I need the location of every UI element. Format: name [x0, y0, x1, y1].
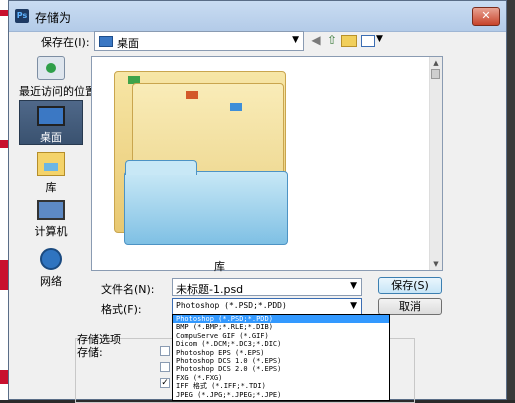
format-value: Photoshop (*.PSD;*.PDD) — [176, 301, 287, 310]
chevron-down-icon[interactable]: ▼ — [350, 301, 357, 311]
sidebar-item-recent-places[interactable]: 最近访问的位置 — [19, 56, 96, 100]
network-icon — [40, 248, 62, 270]
filename-value: 未标题-1.psd — [176, 283, 244, 296]
option-checkbox[interactable]: ✓ — [160, 378, 170, 388]
places-bar: 最近访问的位置 桌面 库 计算机 网络 — [19, 56, 96, 292]
sidebar-item-label: 桌面 — [40, 131, 62, 144]
filename-field[interactable]: 未标题-1.psd ▼ — [172, 278, 362, 296]
sidebar-item-label: 网络 — [40, 275, 62, 288]
photoshop-app-icon: Ps — [15, 9, 29, 23]
save-in-label: 保存在(I): — [41, 36, 90, 49]
sidebar-item-label: 最近访问的位置 — [19, 85, 96, 98]
chevron-down-icon[interactable]: ▼ — [350, 281, 357, 291]
back-icon[interactable]: ◀ — [309, 33, 323, 47]
save-in-value: 桌面 — [117, 37, 139, 50]
scroll-up-icon[interactable]: ▲ — [430, 57, 442, 69]
cancel-button[interactable]: 取消 — [378, 298, 442, 315]
sidebar-item-computer[interactable]: 计算机 — [19, 200, 83, 244]
libraries-icon — [37, 152, 65, 176]
title-bar[interactable]: Ps 存储为 ✕ — [9, 1, 506, 32]
save-in-combobox[interactable]: 桌面 ▼ — [94, 31, 304, 51]
dropdown-option[interactable]: Photoshop DCS 1.0 (*.EPS) — [173, 357, 389, 365]
sidebar-item-network[interactable]: 网络 — [19, 248, 83, 292]
dropdown-option[interactable]: IFF 格式 (*.IFF;*.TDI) — [173, 382, 389, 390]
list-item-label: 库 — [214, 260, 225, 273]
dropdown-option[interactable]: CompuServe GIF (*.GIF) — [173, 332, 389, 340]
filename-label: 文件名(N): — [101, 283, 155, 296]
dropdown-option[interactable]: Photoshop (*.PSD;*.PDD) — [173, 315, 389, 324]
format-label: 格式(F): — [101, 303, 142, 316]
dropdown-option[interactable]: Dicom (*.DCM;*.DC3;*.DIC) — [173, 340, 389, 348]
computer-icon — [37, 200, 65, 220]
sidebar-item-libraries[interactable]: 库 — [19, 152, 83, 196]
format-dropdown-list[interactable]: Photoshop (*.PSD;*.PDD) BMP (*.BMP;*.RLE… — [172, 314, 390, 401]
dropdown-option[interactable]: Photoshop EPS (*.EPS) — [173, 349, 389, 357]
chevron-down-icon[interactable]: ▼ — [376, 34, 383, 44]
chevron-down-icon[interactable]: ▼ — [292, 35, 299, 45]
vertical-scrollbar[interactable]: ▲ ▼ — [429, 57, 442, 270]
sidebar-item-label: 库 — [45, 181, 57, 194]
desktop-icon — [37, 106, 65, 126]
format-select[interactable]: Photoshop (*.PSD;*.PDD) ▼ — [172, 298, 362, 315]
library-folder-front — [124, 160, 288, 245]
sidebar-item-desktop[interactable]: 桌面 — [19, 100, 83, 145]
desktop-icon — [99, 36, 113, 47]
recent-places-icon — [37, 56, 65, 80]
view-menu-icon[interactable] — [361, 35, 375, 47]
background-app-edge — [507, 0, 515, 400]
dropdown-option[interactable]: FXG (*.FXG) — [173, 374, 389, 382]
file-list[interactable]: 库 ▲ ▼ — [91, 56, 443, 273]
save-button[interactable]: 保存(S) — [378, 277, 442, 294]
dropdown-option[interactable]: JPEG (*.JPG;*.JPEG;*.JPE) — [173, 391, 389, 399]
up-folder-icon[interactable]: ⇧ — [325, 33, 339, 47]
option-checkbox[interactable] — [160, 346, 170, 356]
scroll-thumb[interactable] — [431, 69, 440, 79]
save-as-dialog: Ps 存储为 ✕ 保存在(I): 桌面 ▼ ◀ ⇧ ▼ 最近访问的位置 桌面 库… — [8, 0, 507, 403]
window-title: 存储为 — [35, 11, 72, 25]
dropdown-option[interactable]: Photoshop DCS 2.0 (*.EPS) — [173, 365, 389, 373]
option-checkbox[interactable] — [160, 362, 170, 372]
folder-tag-icon — [186, 91, 198, 99]
scroll-down-icon[interactable]: ▼ — [430, 258, 442, 270]
list-item[interactable] — [114, 71, 294, 245]
sidebar-item-label: 计算机 — [34, 225, 68, 238]
close-button[interactable]: ✕ — [472, 7, 500, 26]
store-label: 存储: — [77, 346, 103, 359]
new-folder-icon[interactable] — [341, 35, 357, 47]
dropdown-option[interactable]: BMP (*.BMP;*.RLE;*.DIB) — [173, 323, 389, 331]
folder-tag-icon — [230, 103, 242, 111]
